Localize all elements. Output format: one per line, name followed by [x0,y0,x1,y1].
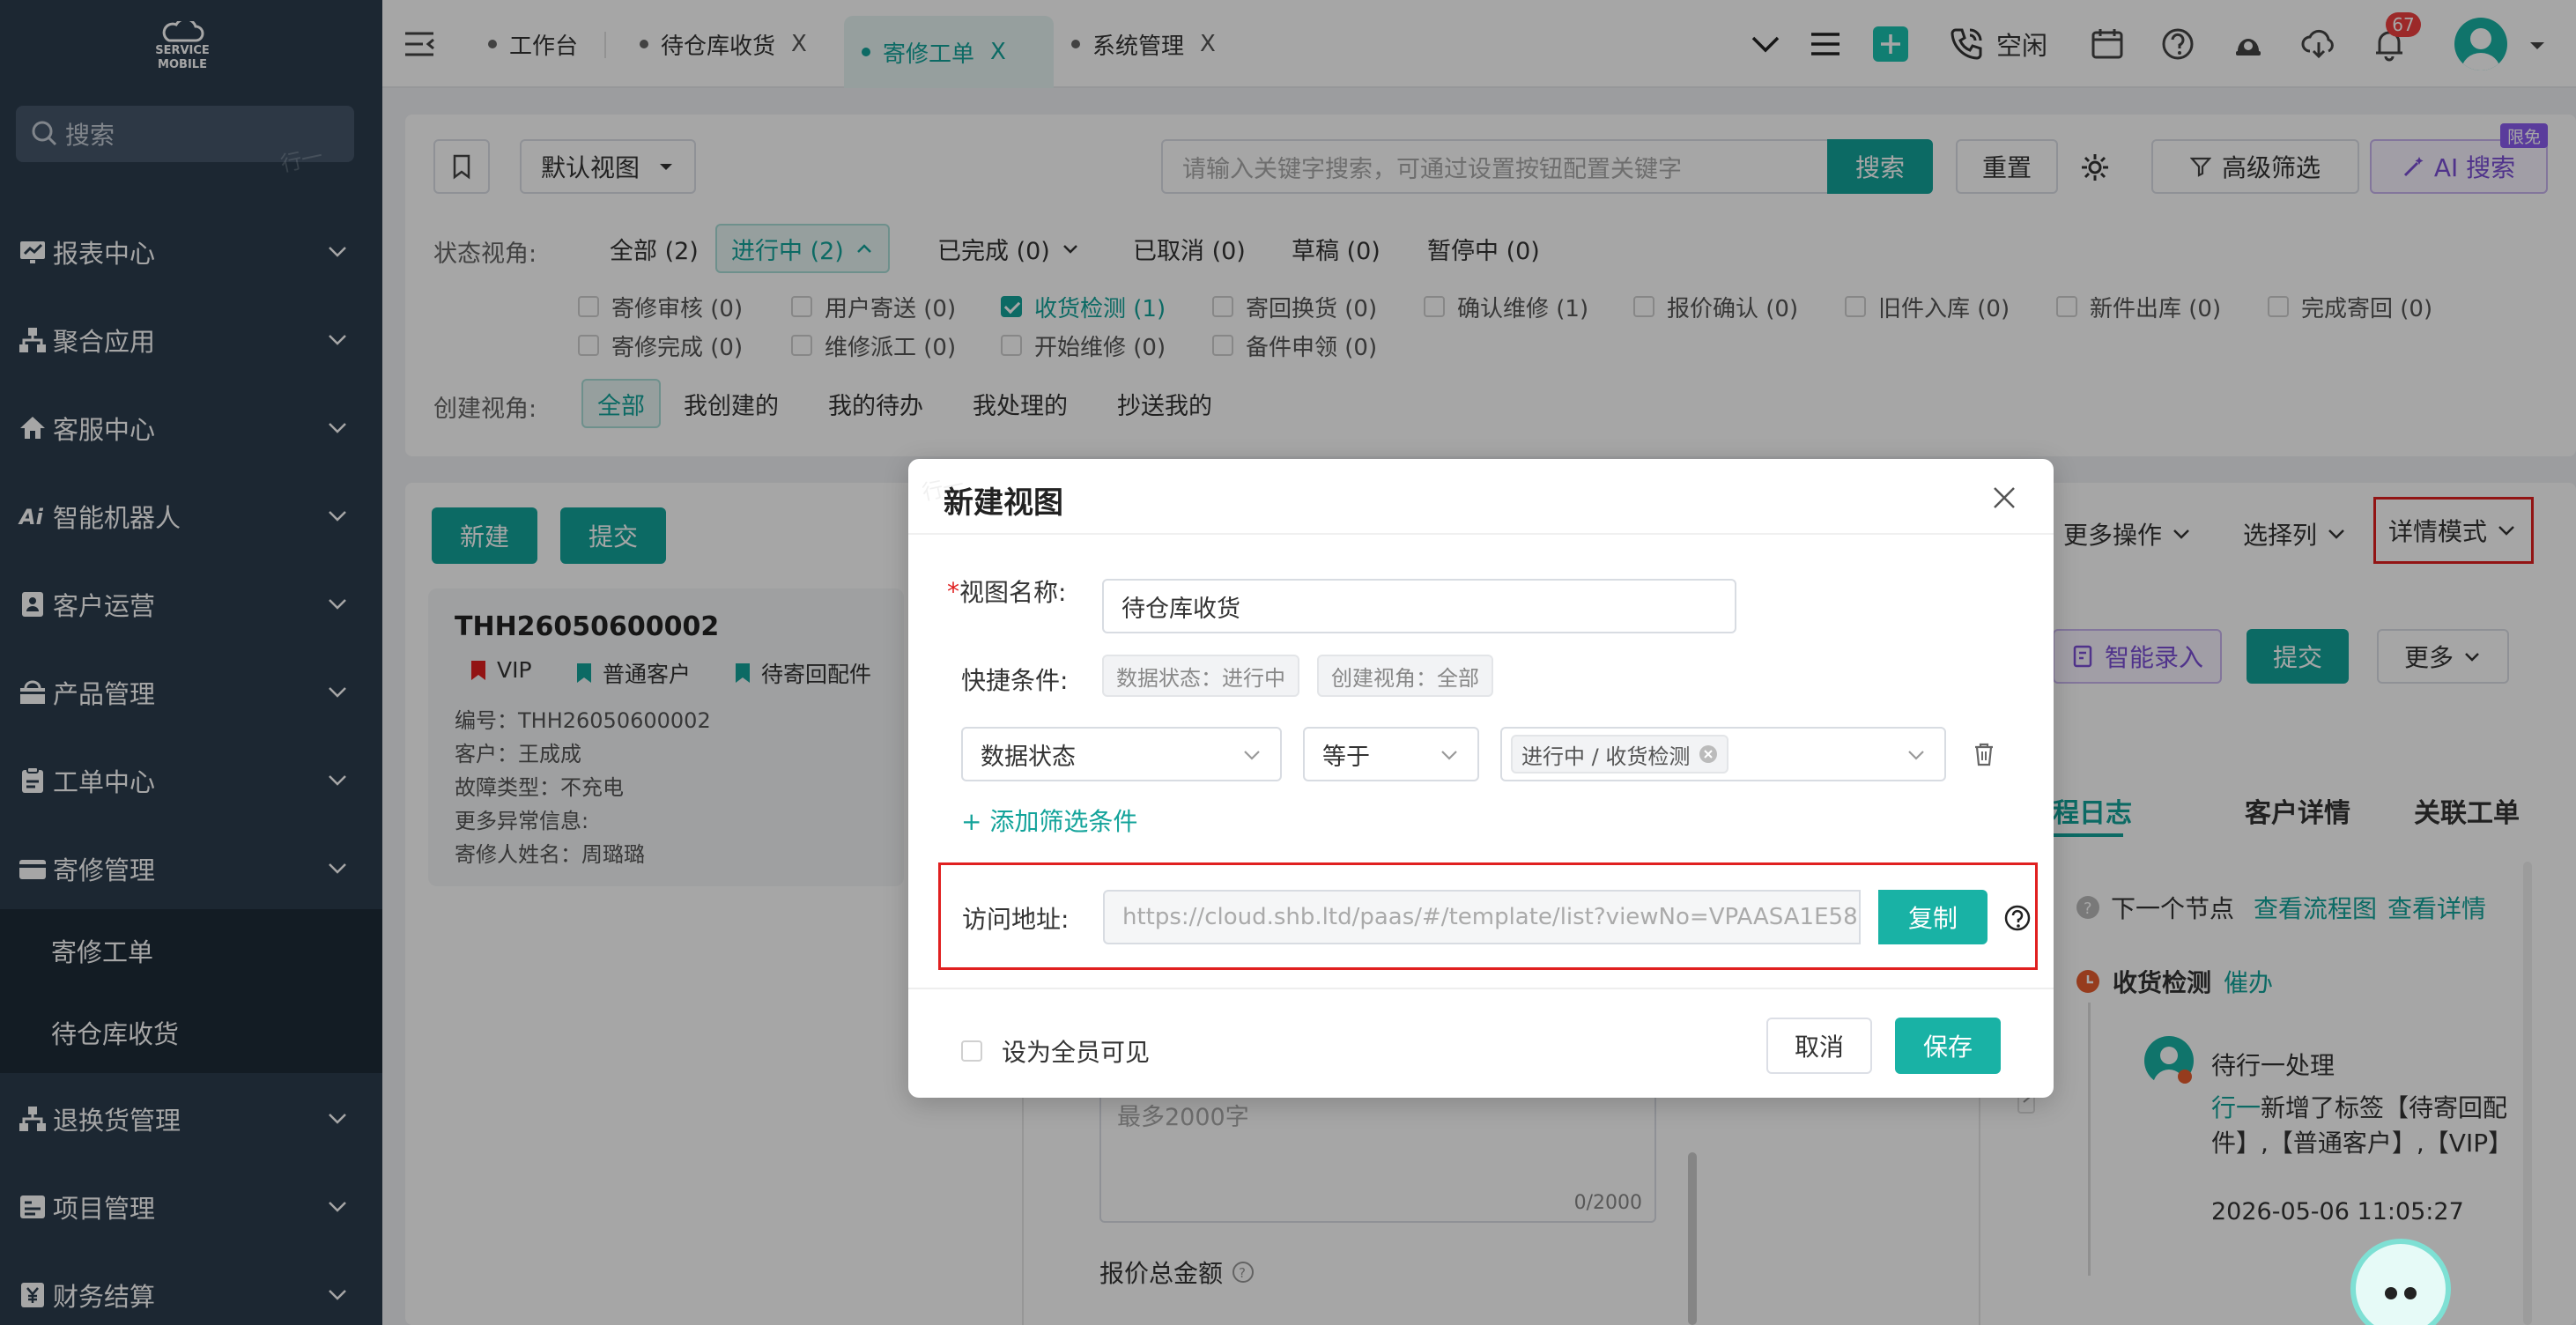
quick-condition-text: 创建视角：全部 [1331,665,1479,691]
help-icon[interactable] [2003,904,2032,932]
view-name-label: * 视图名称: [947,574,1066,609]
assistant-face-icon [2385,1287,2417,1299]
cancel-button-label: 取消 [1794,1033,1844,1062]
access-url-value: https://cloud.shb.ltd/paas/#/template/li… [1122,904,1861,930]
quick-conditions-label: 快捷条件: [961,666,1069,695]
condition-field-select[interactable]: 数据状态 [961,727,1282,781]
chevron-down-icon [1908,751,1924,760]
quick-condition-text: 数据状态：进行中 [1116,665,1285,691]
condition-value-tag: 进行中 / 收货检测 [1511,735,1729,774]
view-name-label-text: 视图名称: [959,578,1067,607]
access-url-label: 访问地址: [962,905,1070,934]
copy-url-button[interactable]: 复制 [1878,890,1988,944]
condition-operator-select[interactable]: 等于 [1303,727,1479,781]
condition-operator-value: 等于 [1322,743,1370,771]
visible-to-all-option[interactable]: 设为全员可见 [961,1033,1150,1069]
view-name-value: 待仓库收货 [1121,595,1240,623]
chevron-down-icon [1441,751,1457,760]
save-button[interactable]: 保存 [1895,1018,2001,1074]
cancel-button[interactable]: 取消 [1766,1018,1872,1074]
save-button-label: 保存 [1922,1033,1973,1062]
condition-value-select[interactable]: 进行中 / 收货检测 [1500,727,1946,781]
visible-to-all-label: 设为全员可见 [1002,1038,1151,1067]
access-url-section: 访问地址: https://cloud.shb.ltd/paas/#/templ… [938,862,2038,970]
copy-button-label: 复制 [1907,904,1958,933]
quick-condition-chip[interactable]: 数据状态：进行中 [1102,655,1299,697]
condition-field-value: 数据状态 [981,743,1076,771]
required-mark: * [947,576,959,606]
dialog-header: 新建视图 [908,459,2054,535]
assistant-bubble[interactable] [2350,1239,2451,1325]
add-condition-link[interactable]: + 添加筛选条件 [961,803,1137,838]
close-icon[interactable] [1990,484,2018,512]
view-name-input[interactable]: 待仓库收货 [1102,579,1736,633]
quick-condition-chip[interactable]: 创建视角：全部 [1317,655,1493,697]
trash-icon[interactable] [1971,741,1997,767]
checkbox[interactable] [961,1040,982,1062]
chevron-down-icon [1244,751,1260,760]
condition-value-text: 进行中 / 收货检测 [1521,744,1691,769]
new-view-dialog: 新建视图 * 视图名称: 待仓库收货 快捷条件: 数据状态：进行中 创建视角：全… [908,459,2054,1098]
dialog-footer: 设为全员可见 取消 保存 [908,988,2054,1098]
access-url-input[interactable]: https://cloud.shb.ltd/paas/#/template/li… [1103,890,1861,944]
clear-circle-icon[interactable] [1699,744,1718,764]
